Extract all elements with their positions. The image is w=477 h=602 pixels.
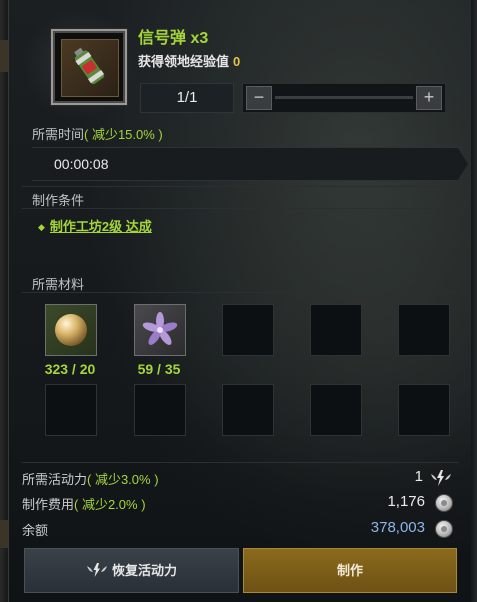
material-slot-6[interactable]	[45, 384, 97, 436]
section-divider	[22, 292, 459, 293]
increase-button[interactable]: +	[416, 86, 442, 110]
energy-cost-label: 所需活动力( 减少3.0% )	[22, 469, 159, 488]
conditions-label: 制作条件	[32, 193, 85, 208]
materials-label: 所需材料	[32, 277, 85, 292]
quantity-display[interactable]: 1/1	[140, 83, 234, 113]
diamond-bullet-icon: ◆	[38, 222, 45, 233]
slider-track[interactable]	[275, 96, 413, 99]
purple-flower-icon	[142, 312, 178, 345]
condition-text[interactable]: 制作工坊2级 达成	[50, 219, 152, 234]
fee-reduction: ( 减少2.0% )	[74, 497, 146, 512]
material-slot-5[interactable]	[398, 304, 450, 356]
energy-cost-value: 1	[414, 468, 423, 485]
energy-label: 所需活动力	[22, 472, 88, 487]
fee-label: 制作费用	[22, 497, 75, 512]
material-slot-4[interactable]	[310, 304, 362, 356]
material-count-2: 59 / 35	[137, 361, 181, 377]
material-slot-2[interactable]	[134, 304, 186, 356]
material-slot-7[interactable]	[134, 384, 186, 436]
material-slot-8[interactable]	[222, 384, 274, 436]
right-frame-edge	[471, 0, 477, 602]
balance-value: 378,003	[370, 519, 425, 536]
left-frame-edge	[0, 0, 9, 602]
restore-energy-label: 恢复活动力	[111, 563, 177, 578]
material-count-1: 323 / 20	[44, 361, 96, 377]
left-frame-tab	[0, 40, 8, 72]
time-heading: 所需时间( 减少15.0% )	[32, 124, 163, 143]
flare-canister-icon	[61, 39, 119, 97]
exp-value: 0	[233, 54, 241, 69]
section-divider	[22, 462, 459, 463]
material-slot-10[interactable]	[398, 384, 450, 436]
silver-coin-icon	[435, 494, 453, 512]
energy-wings-icon	[86, 563, 107, 577]
restore-energy-button[interactable]: 恢复活动力	[24, 548, 239, 593]
time-reduction: ( 减少15.0% )	[84, 127, 163, 142]
material-slot-3[interactable]	[222, 304, 274, 356]
item-icon-frame[interactable]	[51, 29, 127, 105]
balance-label: 余额	[22, 523, 49, 538]
item-title: 信号弹 x3	[138, 30, 209, 47]
material-slot-9[interactable]	[310, 384, 362, 436]
decrease-button[interactable]: −	[246, 86, 272, 110]
fee-label-row: 制作费用( 减少2.0% )	[22, 494, 146, 513]
energy-reduction: ( 减少3.0% )	[87, 472, 159, 487]
craft-button[interactable]: 制作	[243, 548, 457, 593]
condition-item[interactable]: ◆ 制作工坊2级 达成	[38, 216, 152, 235]
quantity-slider[interactable]: − +	[242, 83, 446, 113]
silver-coin-icon	[435, 520, 453, 538]
section-divider	[22, 186, 459, 187]
time-bar: 00:00:08	[22, 147, 468, 181]
fee-value: 1,176	[387, 493, 425, 510]
pearl-orb-icon	[55, 314, 87, 346]
left-frame-tab-lower	[0, 520, 8, 548]
material-slot-1[interactable]	[45, 304, 97, 356]
exp-reward: 获得领地经验值 0	[138, 51, 240, 70]
exp-label: 获得领地经验值	[138, 54, 230, 69]
time-label: 所需时间	[32, 127, 85, 142]
energy-wings-icon	[431, 470, 451, 486]
time-value: 00:00:08	[54, 156, 109, 172]
section-divider	[22, 208, 459, 209]
